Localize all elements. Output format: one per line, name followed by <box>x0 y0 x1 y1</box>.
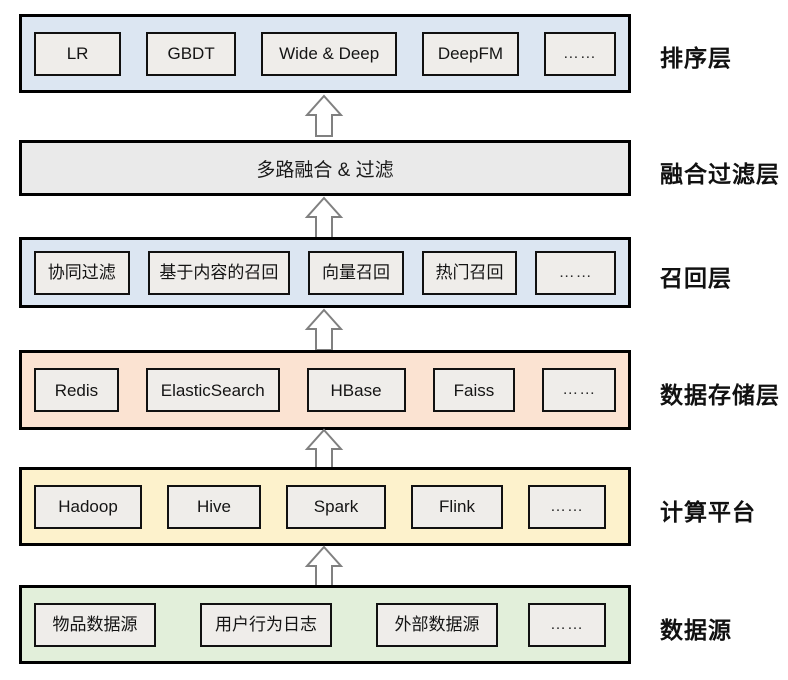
architecture-diagram: LR GBDT Wide & Deep DeepFM …… 排序层 多路融合 &… <box>0 0 788 680</box>
layer-band-recall[interactable]: 协同过滤 基于内容的召回 向量召回 热门召回 …… <box>19 237 631 308</box>
band-inner-compute-platform: Hadoop Hive Spark Flink …… <box>22 484 628 529</box>
layer-caption-data-source: 数据源 <box>660 617 732 643</box>
band-inner-data-storage: Redis ElasticSearch HBase Faiss …… <box>22 368 628 412</box>
node-hive[interactable]: Hive <box>167 484 261 529</box>
node-vector-recall[interactable]: 向量召回 <box>308 250 404 295</box>
layer-caption-recall: 召回层 <box>660 265 732 291</box>
layer-caption-ranking: 排序层 <box>660 45 732 71</box>
layer-band-ranking[interactable]: LR GBDT Wide & Deep DeepFM …… <box>19 14 631 93</box>
fusion-filter-text: 多路融合 & 过滤 <box>256 159 394 181</box>
node-collaborative-filtering[interactable]: 协同过滤 <box>34 250 130 295</box>
node-gbdt[interactable]: GBDT <box>146 31 237 76</box>
layer-band-data-source[interactable]: 物品数据源 用户行为日志 外部数据源 …… <box>19 585 631 664</box>
node-compute-more[interactable]: …… <box>528 484 606 529</box>
node-recall-more[interactable]: …… <box>535 250 616 295</box>
node-item-data-source[interactable]: 物品数据源 <box>34 602 156 647</box>
node-external-data-source[interactable]: 外部数据源 <box>376 602 498 647</box>
node-wide-and-deep[interactable]: Wide & Deep <box>261 31 398 76</box>
node-user-behavior-log[interactable]: 用户行为日志 <box>200 602 332 647</box>
arrow-storage-to-recall <box>304 308 344 352</box>
band-inner-recall: 协同过滤 基于内容的召回 向量召回 热门召回 …… <box>22 250 628 295</box>
node-hot-recall[interactable]: 热门召回 <box>421 250 518 295</box>
band-inner-data-source: 物品数据源 用户行为日志 外部数据源 …… <box>22 602 628 647</box>
layer-caption-fusion-filter: 融合过滤层 <box>660 161 780 187</box>
node-storage-more[interactable]: …… <box>542 368 617 412</box>
node-hbase[interactable]: HBase <box>306 368 406 412</box>
node-lr[interactable]: LR <box>34 31 122 76</box>
arrow-recall-to-fusion <box>304 196 344 240</box>
band-inner-ranking: LR GBDT Wide & Deep DeepFM …… <box>22 31 628 76</box>
node-elasticsearch[interactable]: ElasticSearch <box>145 368 280 412</box>
layer-caption-compute-platform: 计算平台 <box>660 499 756 525</box>
arrow-source-to-compute <box>304 545 344 589</box>
node-ranking-more[interactable]: …… <box>543 31 616 76</box>
node-spark[interactable]: Spark <box>286 484 386 529</box>
node-hadoop[interactable]: Hadoop <box>34 484 142 529</box>
layer-band-fusion-filter[interactable]: 多路融合 & 过滤 <box>19 140 631 196</box>
node-deepfm[interactable]: DeepFM <box>422 31 519 76</box>
node-content-based-recall[interactable]: 基于内容的召回 <box>147 250 291 295</box>
node-data-source-more[interactable]: …… <box>528 602 606 647</box>
arrow-compute-to-storage <box>304 428 344 472</box>
layer-caption-data-storage: 数据存储层 <box>660 382 780 408</box>
node-faiss[interactable]: Faiss <box>432 368 516 412</box>
node-redis[interactable]: Redis <box>34 368 119 412</box>
node-flink[interactable]: Flink <box>411 484 503 529</box>
arrow-fusion-to-ranking <box>304 94 344 138</box>
layer-band-data-storage[interactable]: Redis ElasticSearch HBase Faiss …… <box>19 350 631 430</box>
layer-band-compute-platform[interactable]: Hadoop Hive Spark Flink …… <box>19 467 631 546</box>
